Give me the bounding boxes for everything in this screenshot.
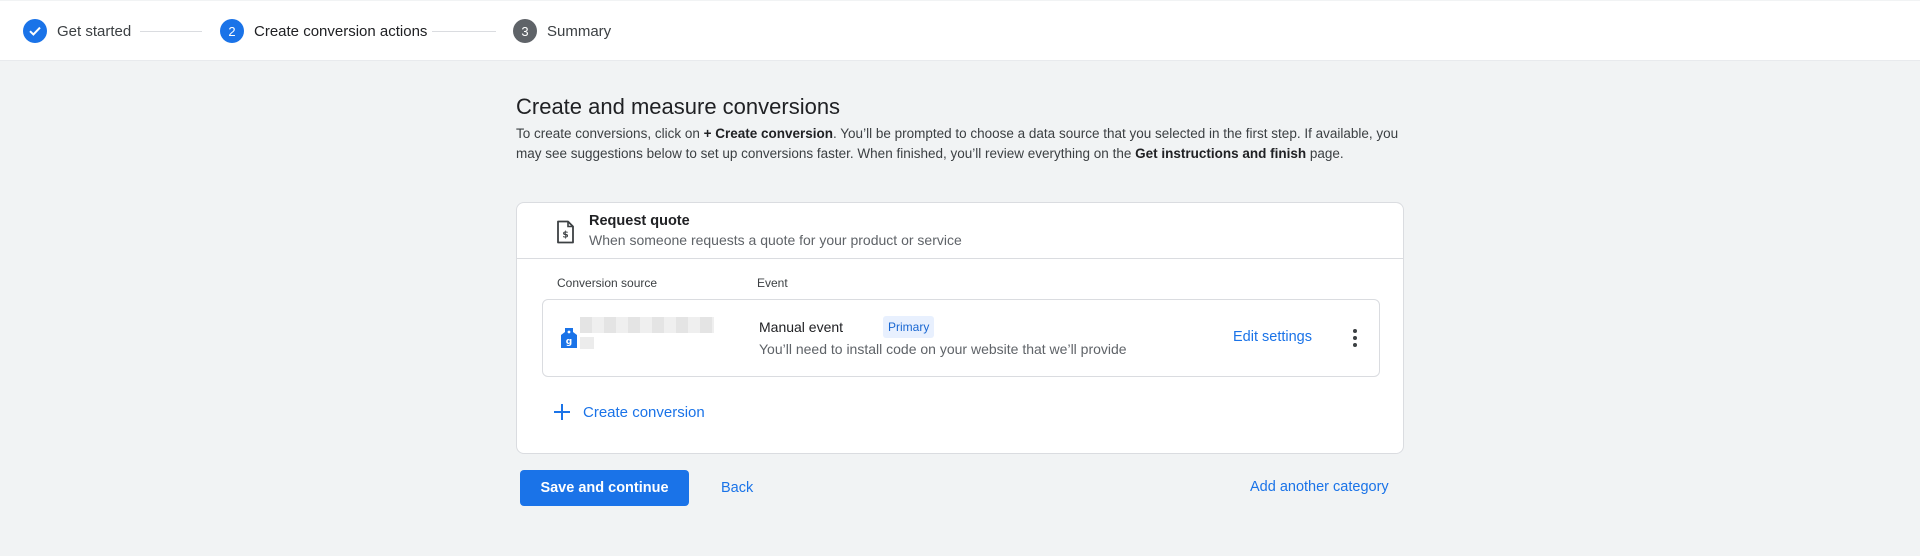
primary-badge: Primary bbox=[883, 316, 935, 338]
category-description: When someone requests a quote for your p… bbox=[589, 232, 962, 248]
svg-text:g: g bbox=[566, 337, 572, 347]
category-title: Request quote bbox=[589, 213, 690, 229]
description-bold: Get instructions and finish bbox=[1135, 146, 1307, 161]
step-label: Get started bbox=[57, 22, 132, 40]
add-another-category-link[interactable]: Add another category bbox=[1250, 479, 1389, 495]
redacted-source-name bbox=[580, 317, 714, 333]
redacted-source-detail bbox=[580, 337, 594, 349]
step-connector bbox=[140, 31, 202, 32]
column-header-event: Event bbox=[757, 276, 788, 290]
card-header: $ Request quote When someone requests a … bbox=[517, 203, 1403, 259]
page-description: To create conversions, click on + Create… bbox=[516, 124, 1406, 164]
step-summary[interactable]: 3 Summary bbox=[513, 19, 611, 43]
tag-icon: g bbox=[561, 328, 577, 348]
conversion-row: g Manual event Primary You’ll need to in… bbox=[542, 299, 1380, 377]
stepper: Get started 2 Create conversion actions … bbox=[0, 1, 1920, 61]
plus-icon bbox=[554, 404, 570, 420]
description-bold: + Create conversion bbox=[703, 126, 834, 141]
edit-settings-link[interactable]: Edit settings bbox=[1233, 329, 1312, 345]
event-description: You’ll need to install code on your webs… bbox=[759, 341, 1127, 357]
create-conversion-button[interactable]: Create conversion bbox=[553, 401, 705, 423]
menu-dot bbox=[1353, 329, 1357, 333]
column-header-source: Conversion source bbox=[557, 276, 658, 290]
step-connector bbox=[432, 31, 496, 32]
step-label: Summary bbox=[547, 22, 612, 40]
step-label: Create conversion actions bbox=[254, 22, 428, 40]
step-create-conversion-actions[interactable]: 2 Create conversion actions bbox=[220, 19, 427, 43]
menu-dot bbox=[1353, 336, 1357, 340]
description-text: To create conversions, click on bbox=[516, 126, 704, 141]
page-title: Create and measure conversions bbox=[516, 94, 841, 119]
menu-dot bbox=[1353, 343, 1357, 347]
conversion-category-card: $ Request quote When someone requests a … bbox=[516, 202, 1404, 454]
checkmark-icon bbox=[23, 19, 47, 43]
back-button[interactable]: Back bbox=[721, 480, 753, 496]
step-get-started[interactable]: Get started bbox=[23, 19, 131, 43]
svg-text:$: $ bbox=[562, 231, 568, 241]
create-conversion-label: Create conversion bbox=[583, 403, 705, 421]
step-number: 2 bbox=[220, 19, 244, 43]
save-and-continue-button[interactable]: Save and continue bbox=[520, 470, 689, 506]
more-vert-icon[interactable] bbox=[1343, 326, 1367, 350]
description-text: page. bbox=[1306, 146, 1344, 161]
document-dollar-icon: $ bbox=[557, 220, 574, 244]
step-number: 3 bbox=[513, 19, 537, 43]
event-name: Manual event bbox=[759, 319, 844, 335]
